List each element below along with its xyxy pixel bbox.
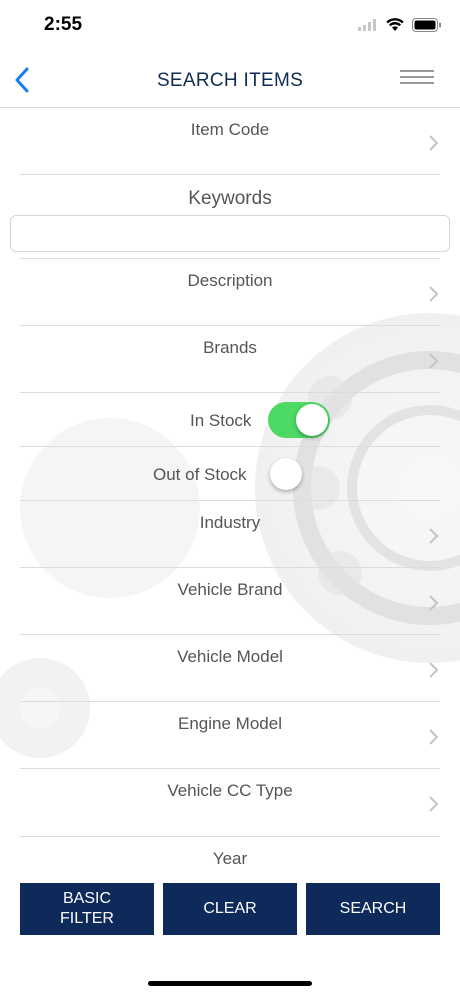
chevron-right-icon — [429, 528, 439, 544]
action-button-bar: BASIC FILTER CLEAR SEARCH — [20, 883, 440, 935]
engine-model-label: Engine Model — [178, 714, 282, 733]
hamburger-menu-icon — [400, 70, 434, 72]
page-title: SEARCH ITEMS — [156, 70, 304, 91]
keywords-label: Keywords — [188, 188, 272, 209]
hamburger-line — [400, 82, 434, 84]
search-items-screen: 2:55 SEARCH ITEMS Item Code Keywords Des… — [0, 0, 460, 996]
status-time: 2:55 — [44, 14, 83, 35]
year-label: Year — [212, 849, 248, 864]
keywords-input[interactable] — [10, 215, 450, 252]
in-stock-label: In Stock — [190, 411, 252, 430]
out-of-stock-label: Out of Stock — [153, 465, 247, 484]
vehicle-model-row[interactable]: Vehicle Model — [20, 635, 440, 702]
chevron-right-icon — [429, 796, 439, 812]
chevron-right-icon — [429, 353, 439, 369]
in-stock-toggle[interactable] — [268, 402, 330, 438]
out-of-stock-toggle[interactable] — [268, 456, 330, 492]
item-code-label: Item Code — [190, 120, 270, 139]
wifi-icon — [386, 18, 404, 31]
vehicle-brand-label: Vehicle Brand — [177, 580, 283, 599]
search-button[interactable]: SEARCH — [306, 883, 440, 935]
engine-model-row[interactable]: Engine Model — [20, 702, 440, 769]
menu-button[interactable] — [400, 70, 434, 90]
toggle-knob — [296, 404, 328, 436]
cellular-signal-icon — [358, 19, 376, 31]
description-row[interactable]: Description — [20, 259, 440, 326]
year-row[interactable]: Year — [20, 837, 440, 864]
clear-button[interactable]: CLEAR — [163, 883, 297, 935]
navigation-bar: SEARCH ITEMS — [0, 50, 460, 108]
brands-row[interactable]: Brands — [20, 326, 440, 393]
chevron-right-icon — [429, 595, 439, 611]
vehicle-brand-row[interactable]: Vehicle Brand — [20, 568, 440, 635]
vehicle-cc-type-label: Vehicle CC Type — [167, 781, 293, 800]
out-of-stock-row: Out of Stock — [20, 447, 440, 501]
in-stock-row: In Stock — [20, 393, 440, 447]
basic-filter-button[interactable]: BASIC FILTER — [20, 883, 154, 935]
home-indicator[interactable] — [148, 981, 312, 986]
chevron-right-icon — [429, 135, 439, 151]
item-code-row[interactable]: Item Code — [20, 108, 440, 175]
search-form: Item Code Keywords Description Brands In… — [0, 108, 460, 864]
chevron-right-icon — [429, 286, 439, 302]
vehicle-cc-type-row[interactable]: Vehicle CC Type — [20, 769, 440, 837]
status-bar: 2:55 — [0, 0, 460, 50]
brands-label: Brands — [203, 338, 257, 357]
description-label: Description — [187, 271, 273, 290]
chevron-right-icon — [429, 662, 439, 678]
industry-label: Industry — [199, 513, 261, 532]
vehicle-model-label: Vehicle Model — [177, 647, 283, 666]
industry-row[interactable]: Industry — [20, 501, 440, 568]
battery-icon — [412, 18, 441, 32]
hamburger-line — [400, 76, 434, 78]
toggle-knob — [270, 458, 302, 490]
status-icons — [358, 18, 442, 32]
chevron-right-icon — [429, 729, 439, 745]
